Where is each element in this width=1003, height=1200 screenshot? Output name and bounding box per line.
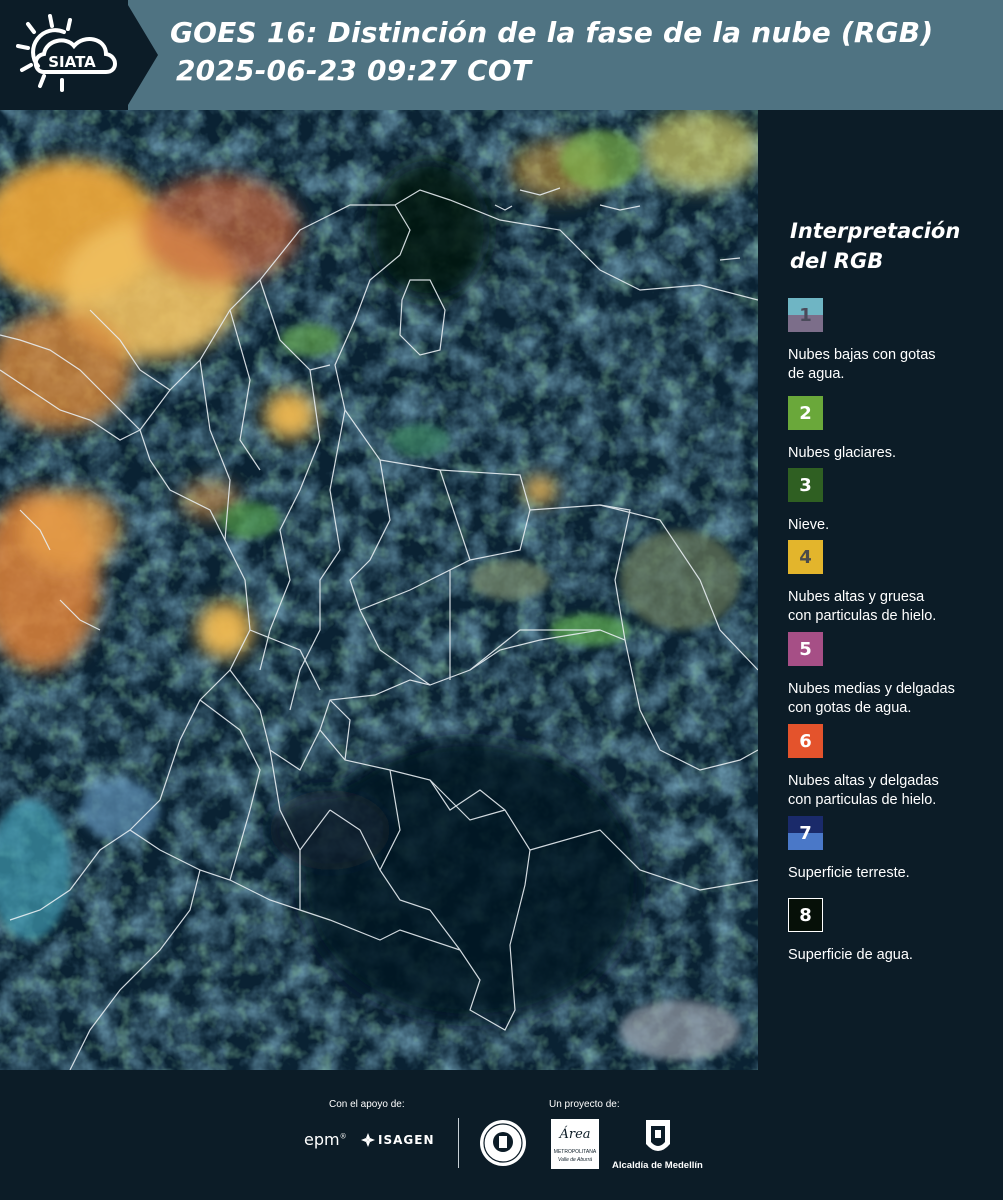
legend-panel: Interpretación del RGB 1 Nubes bajas con … [758, 110, 1003, 1070]
area-logo-title: Área [559, 1127, 591, 1142]
legend-label-line1: Nubes altas y delgadas [788, 773, 939, 789]
legend-swatch-number: 7 [799, 822, 812, 844]
siata-logo: SIATA [16, 14, 117, 92]
legend-swatch-number: 5 [799, 638, 812, 660]
header: SIATA GOES 16: Distinción de la fase de … [0, 0, 1003, 110]
area-logo-sub2: Valle de Aburrá [557, 1157, 593, 1163]
legend-title: Interpretación del RGB [790, 216, 990, 276]
epm-logo-text: epm [304, 1130, 340, 1149]
area-logo-sub1: METROPOLITANA [553, 1149, 597, 1155]
footer: Con el apoyo de: Un proyecto de: epm® IS… [0, 1070, 1003, 1200]
legend-swatch-number: 1 [799, 304, 812, 326]
legend-swatch-8: 8 [788, 898, 823, 932]
legend-swatch-number: 6 [799, 730, 812, 752]
legend-label-3: Nieve. [788, 516, 998, 535]
legend-swatch-number: 2 [799, 402, 812, 424]
legend-swatch-6: 6 [788, 724, 823, 758]
legend-title-line2: del RGB [790, 249, 884, 273]
legend-swatch-1: 1 [788, 298, 823, 332]
page-timestamp: 2025-06-23 09:27 COT [176, 54, 532, 87]
project-label: Un proyecto de: [549, 1099, 620, 1110]
area-metropolitana-logo: Área METROPOLITANA Valle de Aburrá [551, 1119, 599, 1169]
isagen-logo: ISAGEN [361, 1133, 434, 1147]
legend-swatch-number: 4 [799, 546, 812, 568]
legend-swatch-7: 7 [788, 816, 823, 850]
isagen-mark-icon [361, 1133, 375, 1147]
legend-swatch-number: 3 [799, 474, 812, 496]
support-label: Con el apoyo de: [329, 1099, 405, 1110]
isagen-logo-text: ISAGEN [378, 1133, 435, 1147]
legend-label-1: Nubes bajas con gotas de agua. [788, 346, 998, 384]
footer-divider [458, 1118, 459, 1168]
legend-swatch-number: 8 [799, 904, 812, 926]
legend-label-line2: con particulas de hielo. [788, 608, 937, 624]
legend-label-2: Nubes glaciares. [788, 444, 998, 463]
legend-label-line1: Nubes medias y delgadas [788, 681, 955, 697]
satellite-map[interactable] [0, 110, 758, 1070]
epm-logo: epm® [304, 1130, 347, 1149]
legend-label-line2: con gotas de agua. [788, 700, 912, 716]
alcaldia-label: Alcaldía de Medellín [612, 1160, 703, 1171]
legend-label-7: Superficie terreste. [788, 864, 998, 883]
siata-logo-text: SIATA [48, 53, 96, 71]
legend-swatch-5: 5 [788, 632, 823, 666]
legend-swatch-3: 3 [788, 468, 823, 502]
university-seal-icon [480, 1120, 526, 1166]
satellite-image [0, 110, 758, 1070]
legend-label-line1: Nieve. [788, 517, 830, 533]
legend-label-5: Nubes medias y delgadas con gotas de agua… [788, 680, 998, 718]
legend-swatch-4: 4 [788, 540, 823, 574]
legend-title-line1: Interpretación [790, 219, 961, 243]
legend-label-line1: Superficie terreste. [788, 865, 910, 881]
medellin-shield-icon [646, 1120, 670, 1151]
legend-label-8: Superficie de agua. [788, 946, 998, 965]
page-title: GOES 16: Distinción de la fase de la nub… [170, 16, 934, 49]
legend-label-line2: con particulas de hielo. [788, 792, 937, 808]
legend-label-6: Nubes altas y delgadas con particulas de … [788, 772, 998, 810]
legend-label-line1: Nubes glaciares. [788, 445, 896, 461]
legend-label-line1: Nubes altas y gruesa [788, 589, 925, 605]
legend-swatch-2: 2 [788, 396, 823, 430]
legend-label-4: Nubes altas y gruesa con particulas de hi… [788, 588, 998, 626]
legend-label-line1: Superficie de agua. [788, 947, 913, 963]
legend-label-line2: de agua. [788, 366, 845, 382]
legend-label-line1: Nubes bajas con gotas [788, 347, 936, 363]
